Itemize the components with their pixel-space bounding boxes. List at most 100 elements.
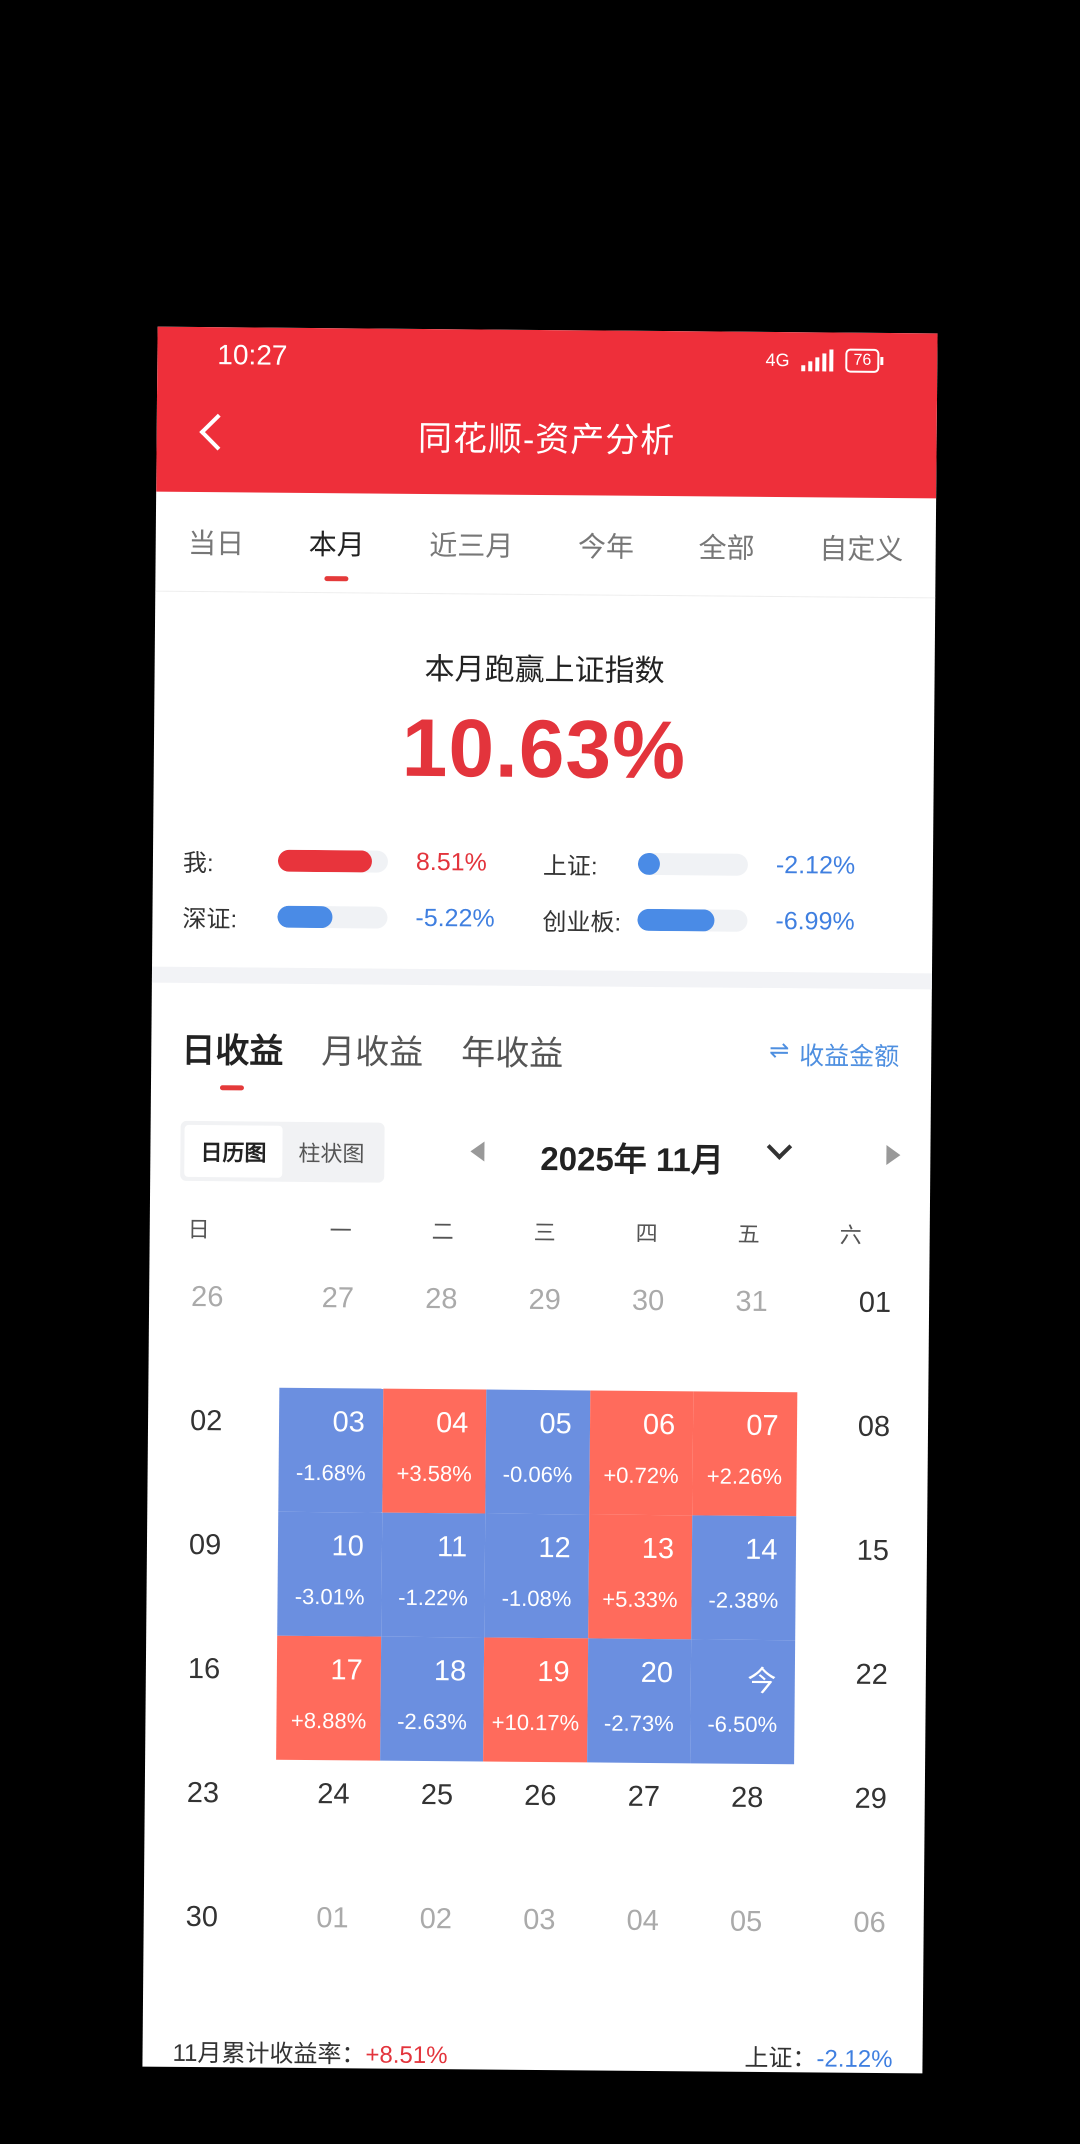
calendar-day[interactable]: 22 [794, 1640, 899, 1765]
calendar-day[interactable]: 02 [175, 1387, 280, 1512]
calendar-day[interactable]: 01 [797, 1268, 902, 1393]
amount-toggle-label: 收益金额 [799, 1042, 900, 1072]
day-number: 30 [185, 1900, 219, 1934]
period-tabs: 当日 本月 近三月 今年 全部 自定义 [155, 491, 937, 599]
calendar-day[interactable]: 03 [481, 1886, 586, 2011]
calendar-day[interactable]: 03 -1.68% [278, 1387, 384, 1513]
tab-today[interactable]: 当日 [188, 513, 245, 569]
calendar-day[interactable]: 15 [795, 1516, 900, 1641]
day-return: +3.58% [396, 1460, 472, 1487]
month-label[interactable]: 2025年 11月 [540, 1132, 724, 1182]
calendar-day[interactable]: 26 [482, 1762, 587, 1887]
day-return: +2.26% [706, 1463, 783, 1490]
calendar-day[interactable]: 04 [585, 1886, 690, 2011]
tab-monthly-income[interactable]: 月收益 [321, 1024, 423, 1074]
day-number: 04 [626, 1904, 659, 1938]
calendar-day[interactable]: 30 [590, 1266, 695, 1391]
calendar-day[interactable]: 29 [793, 1764, 898, 1889]
day-return: -3.01% [294, 1583, 365, 1610]
calendar-day[interactable]: 07 +2.26% [692, 1391, 797, 1517]
tab-all[interactable]: 全部 [698, 518, 755, 574]
compare-value: 8.51% [415, 847, 487, 877]
month-navigator: 2025年 11月 [470, 1123, 901, 1183]
tab-this-year[interactable]: 今年 [578, 517, 635, 573]
compare-chinext: 创业板: -6.99% [542, 902, 902, 940]
day-return: +0.72% [603, 1462, 679, 1489]
progress-fill [637, 852, 661, 876]
next-month-icon[interactable] [886, 1145, 901, 1166]
bar-view-button[interactable]: 柱状图 [282, 1126, 380, 1179]
amount-toggle-button[interactable]: ⇌ 收益金额 [769, 1036, 899, 1073]
calendar-day[interactable]: 19 +10.17% [483, 1637, 588, 1763]
status-bar-icons: 4G 76 [765, 348, 880, 373]
status-time: 10:27 [217, 339, 288, 371]
calendar-day[interactable]: 13 +5.33% [587, 1514, 693, 1640]
income-tabs: 日收益 月收益 年收益 ⇌ 收益金额 [151, 983, 932, 1110]
progress-fill [637, 908, 715, 932]
calendar-day[interactable]: 27 [586, 1762, 691, 1887]
calendar-day[interactable]: 04 +3.58% [382, 1388, 487, 1514]
calendar-day[interactable]: 01 [274, 1884, 379, 2009]
tab-daily-income[interactable]: 日收益 [181, 1023, 283, 1073]
app-header: 10:27 4G 76 同花顺-资产分析 [156, 326, 938, 499]
calendar-day[interactable]: 29 [487, 1266, 592, 1391]
day-return: -1.68% [295, 1459, 366, 1486]
view-switch: 日历图 柱状图 [180, 1120, 385, 1183]
calendar-day[interactable]: 27 [280, 1264, 385, 1389]
day-return: -0.06% [502, 1461, 573, 1488]
calendar-day[interactable]: 02 [378, 1885, 483, 2010]
calendar-day[interactable]: 20 -2.73% [586, 1638, 692, 1764]
footer-left-value: +8.51% [365, 2041, 448, 2070]
calendar-day[interactable]: 24 [275, 1760, 380, 1885]
day-number: 11 [436, 1531, 468, 1564]
day-number: 06 [642, 1408, 676, 1442]
compare-row: 我: 8.51% 上证: -2.12% [183, 832, 903, 894]
weekday-header: 日 一 二 三 四 五 六 [149, 1193, 930, 1270]
calendar-day[interactable]: 11 -1.22% [381, 1512, 486, 1638]
calendar-day[interactable]: 08 [796, 1392, 901, 1517]
calendar-day[interactable]: 10 -3.01% [277, 1511, 383, 1637]
day-number: 05 [539, 1408, 572, 1441]
day-number: 27 [321, 1282, 355, 1315]
calendar-day[interactable]: 17 +8.88% [276, 1635, 382, 1761]
calendar-day[interactable]: 12 -1.08% [484, 1513, 589, 1639]
calendar-day[interactable]: 05 [688, 1887, 793, 2012]
day-number: 19 [537, 1655, 570, 1689]
calendar-day[interactable]: 25 [379, 1761, 484, 1886]
compare-value: -5.22% [415, 903, 495, 933]
index-comparison: 我: 8.51% 上证: -2.12% 深证: -5.22% 创业板: -6.9… [182, 832, 903, 950]
tab-custom[interactable]: 自定义 [819, 519, 904, 576]
calendar-day[interactable]: 28 [689, 1763, 794, 1888]
calendar-day[interactable]: 16 [173, 1635, 278, 1760]
day-number: 15 [856, 1534, 890, 1568]
tab-three-months[interactable]: 近三月 [429, 516, 514, 573]
day-number: 10 [331, 1530, 364, 1563]
summary-value: 10.63% [401, 702, 687, 797]
calendar-day[interactable]: 23 [172, 1759, 277, 1884]
day-return: +10.17% [491, 1709, 580, 1736]
chevron-down-icon[interactable] [766, 1134, 793, 1160]
calendar-day[interactable]: 今 -6.50% [690, 1639, 795, 1765]
compare-label: 深证: [182, 905, 238, 933]
compare-label: 我: [182, 849, 214, 877]
prev-month-icon[interactable] [470, 1141, 485, 1162]
calendar-view-button[interactable]: 日历图 [184, 1124, 283, 1178]
day-return: -2.38% [708, 1587, 779, 1614]
calendar-day[interactable]: 14 -2.38% [691, 1515, 796, 1641]
calendar-day[interactable]: 06 +0.72% [588, 1390, 694, 1516]
calendar-day[interactable]: 26 [176, 1263, 281, 1388]
day-number: 04 [435, 1407, 469, 1440]
calendar-day[interactable]: 06 [791, 1888, 896, 2013]
calendar-day[interactable]: 31 [693, 1267, 798, 1392]
tab-yearly-income[interactable]: 年收益 [461, 1025, 563, 1075]
calendar-day[interactable]: 05 -0.06% [485, 1389, 591, 1515]
tab-this-month[interactable]: 本月 [308, 514, 365, 570]
day-number: 29 [854, 1782, 887, 1816]
calendar-day[interactable]: 09 [174, 1511, 279, 1636]
calendar-day[interactable]: 28 [383, 1265, 488, 1390]
calendar-day[interactable]: 18 -2.63% [379, 1636, 485, 1762]
footer-summary: 11月累计收益率：+8.51% 上证：-2.12% [142, 2027, 922, 2074]
footer-right-label: 上证： [744, 2044, 817, 2073]
day-number: 25 [420, 1778, 454, 1812]
calendar-day[interactable]: 30 [171, 1883, 276, 2008]
